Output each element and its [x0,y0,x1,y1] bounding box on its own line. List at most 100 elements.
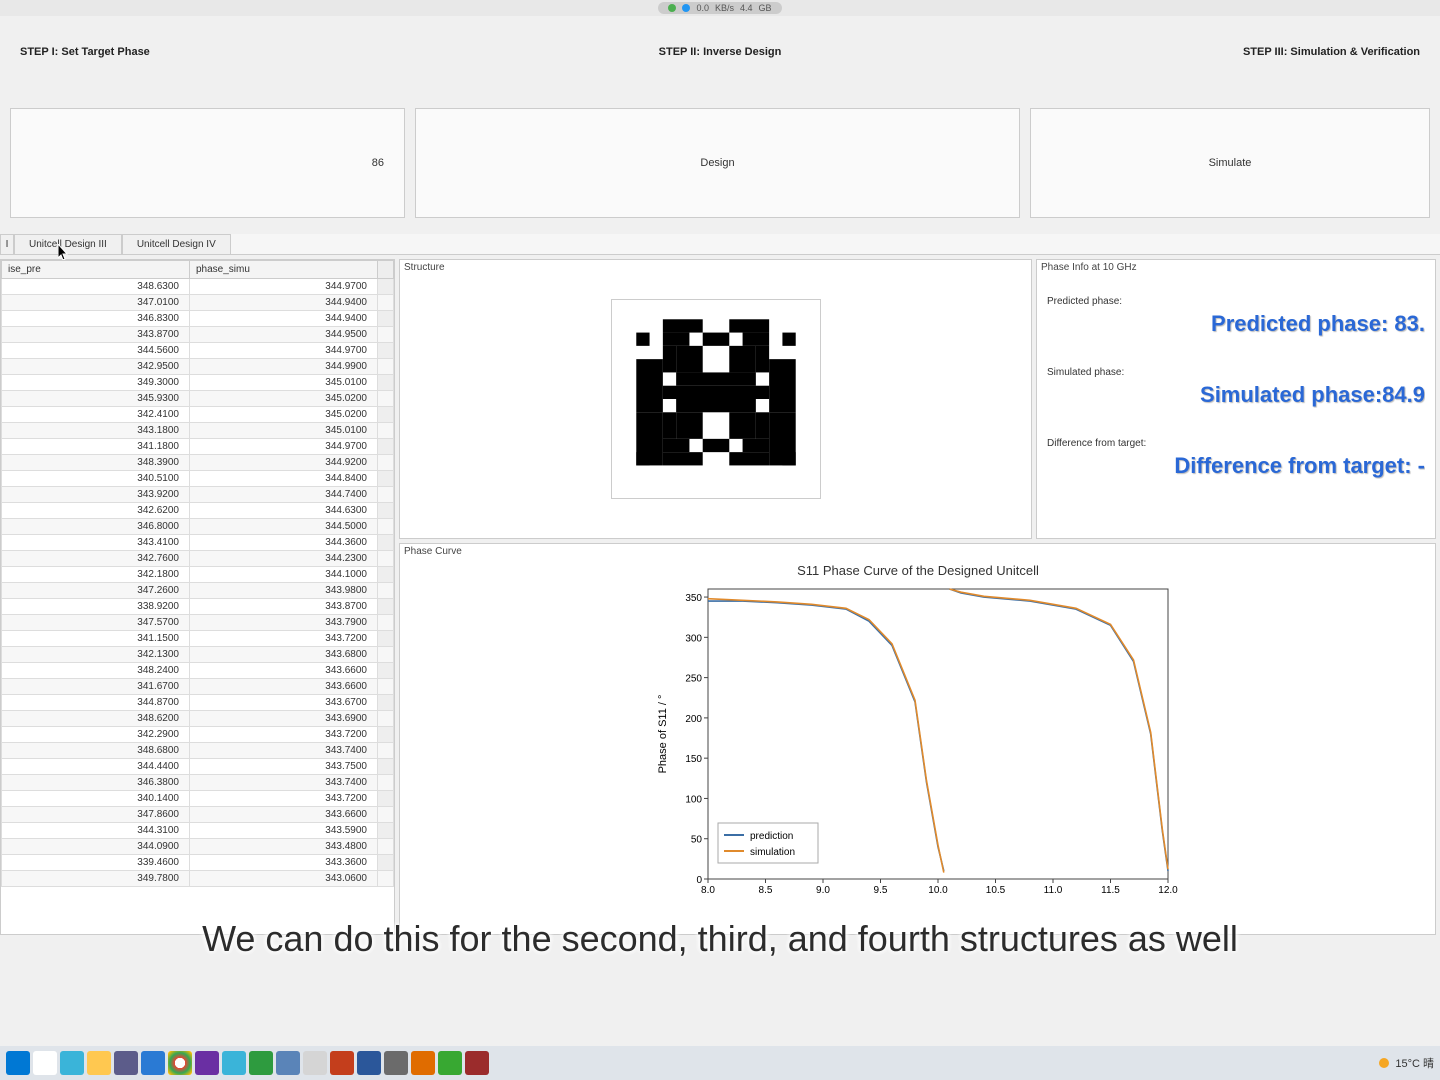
notes-icon[interactable] [303,1051,327,1075]
table-row[interactable]: 348.3900344.9200 [2,455,394,471]
matlab-icon[interactable] [411,1051,435,1075]
table-row[interactable]: 344.8700343.6700 [2,695,394,711]
taskview-icon[interactable] [33,1051,57,1075]
table-row[interactable]: 339.4600343.3600 [2,855,394,871]
cell-phase-simu: 343.6700 [190,695,378,711]
svg-text:10.0: 10.0 [928,885,948,896]
cell-phase-simu: 344.9200 [190,455,378,471]
col-phase-pre[interactable]: ise_pre [2,261,190,279]
table-row[interactable]: 348.6800343.7400 [2,743,394,759]
cell-scroll-gutter [378,279,394,295]
cell-phase-simu: 343.7900 [190,615,378,631]
table-row[interactable]: 342.6200344.6300 [2,503,394,519]
design-button[interactable]: Design [415,108,1020,218]
cell-scroll-gutter [378,583,394,599]
app-g-icon[interactable] [195,1051,219,1075]
action-row: 86 Design Simulate [0,68,1440,228]
table-row[interactable]: 342.1300343.6800 [2,647,394,663]
table-row[interactable]: 342.9500344.9900 [2,359,394,375]
tab-unitcell-iii[interactable]: Unitcell Design III [14,234,122,254]
services-icon[interactable] [276,1051,300,1075]
table-row[interactable]: 344.4400343.7500 [2,759,394,775]
table-row[interactable]: 344.3100343.5900 [2,823,394,839]
edge-icon[interactable] [60,1051,84,1075]
phase-info-label: Phase Info at 10 GHz [1041,262,1137,273]
cell-phase-simu: 343.7200 [190,631,378,647]
taskbar[interactable]: 15°C 晴 [0,1046,1440,1080]
table-row[interactable]: 342.4100345.0200 [2,407,394,423]
table-row[interactable]: 341.1800344.9700 [2,439,394,455]
cell-scroll-gutter [378,727,394,743]
phase-info-panel: Phase Info at 10 GHz Predicted phase: Pr… [1036,259,1436,539]
table-row[interactable]: 348.6200343.6900 [2,711,394,727]
table-row[interactable]: 340.1400343.7200 [2,791,394,807]
perf-net-unit: KB/s [715,3,734,13]
cell-phase-simu: 344.9700 [190,279,378,295]
chrome-icon[interactable] [168,1051,192,1075]
table-row[interactable]: 345.9300345.0200 [2,391,394,407]
table-row[interactable]: 346.8300344.9400 [2,311,394,327]
table-row[interactable]: 348.2400343.6600 [2,663,394,679]
target-phase-input[interactable]: 86 [10,108,405,218]
table-row[interactable]: 347.8600343.6600 [2,807,394,823]
start-icon[interactable] [6,1051,30,1075]
table-row[interactable]: 342.1800344.1000 [2,567,394,583]
table-row[interactable]: 343.4100344.3600 [2,535,394,551]
table-row[interactable]: 343.9200344.7400 [2,487,394,503]
cell-phase-pre: 348.6800 [2,743,190,759]
cell-phase-simu: 345.0200 [190,407,378,423]
cell-phase-simu: 344.2300 [190,551,378,567]
cell-scroll-gutter [378,711,394,727]
recorder-icon[interactable] [465,1051,489,1075]
cell-scroll-gutter [378,871,394,887]
explorer-icon[interactable] [87,1051,111,1075]
tab-unitcell-i[interactable]: I [0,234,14,254]
table-row[interactable]: 347.5700343.7900 [2,615,394,631]
taskbar-right[interactable]: 15°C 晴 [1379,1055,1434,1071]
browser2-icon[interactable] [222,1051,246,1075]
table-row[interactable]: 344.5600344.9700 [2,343,394,359]
table-row[interactable]: 343.1800345.0100 [2,423,394,439]
system-topbar: 0.0 KB/s 4.4 GB [0,0,1440,16]
table-row[interactable]: 347.0100344.9400 [2,295,394,311]
cell-phase-pre: 342.4100 [2,407,190,423]
cell-phase-simu: 345.0200 [190,391,378,407]
app-m-icon[interactable] [384,1051,408,1075]
tab-unitcell-iv[interactable]: Unitcell Design IV [122,234,231,254]
table-row[interactable]: 346.8000344.5000 [2,519,394,535]
word-icon[interactable] [357,1051,381,1075]
table-row[interactable]: 349.3000345.0100 [2,375,394,391]
pycharm-icon[interactable] [249,1051,273,1075]
data-table: ise_pre phase_simu 348.6300344.9700347.0… [1,260,394,887]
data-table-scroll[interactable]: ise_pre phase_simu 348.6300344.9700347.0… [1,260,394,934]
table-row[interactable]: 342.7600344.2300 [2,551,394,567]
table-row[interactable]: 348.6300344.9700 [2,279,394,295]
diff-label: Difference from target: [1047,438,1425,449]
table-row[interactable]: 343.8700344.9500 [2,327,394,343]
table-row[interactable]: 338.9200343.8700 [2,599,394,615]
mail-icon[interactable] [141,1051,165,1075]
cell-phase-pre: 347.8600 [2,807,190,823]
cell-phase-pre: 342.7600 [2,551,190,567]
table-row[interactable]: 344.0900343.4800 [2,839,394,855]
cell-scroll-gutter [378,295,394,311]
svg-text:50: 50 [690,835,702,846]
table-row[interactable]: 340.5100344.8400 [2,471,394,487]
cell-phase-simu: 345.0100 [190,375,378,391]
simulate-button[interactable]: Simulate [1030,108,1430,218]
table-row[interactable]: 341.1500343.7200 [2,631,394,647]
table-row[interactable]: 346.3800343.7400 [2,775,394,791]
table-row[interactable]: 347.2600343.9800 [2,583,394,599]
table-row[interactable]: 342.2900343.7200 [2,727,394,743]
table-row[interactable]: 341.6700343.6600 [2,679,394,695]
powerpoint-icon[interactable] [330,1051,354,1075]
cell-phase-simu: 343.4800 [190,839,378,855]
simulate-label: Simulate [1209,157,1252,169]
svg-text:300: 300 [685,633,702,644]
cell-phase-simu: 343.7400 [190,743,378,759]
col-phase-simu[interactable]: phase_simu [190,261,378,279]
store-icon[interactable] [114,1051,138,1075]
cell-phase-simu: 343.7400 [190,775,378,791]
table-row[interactable]: 349.7800343.0600 [2,871,394,887]
wechat-icon[interactable] [438,1051,462,1075]
